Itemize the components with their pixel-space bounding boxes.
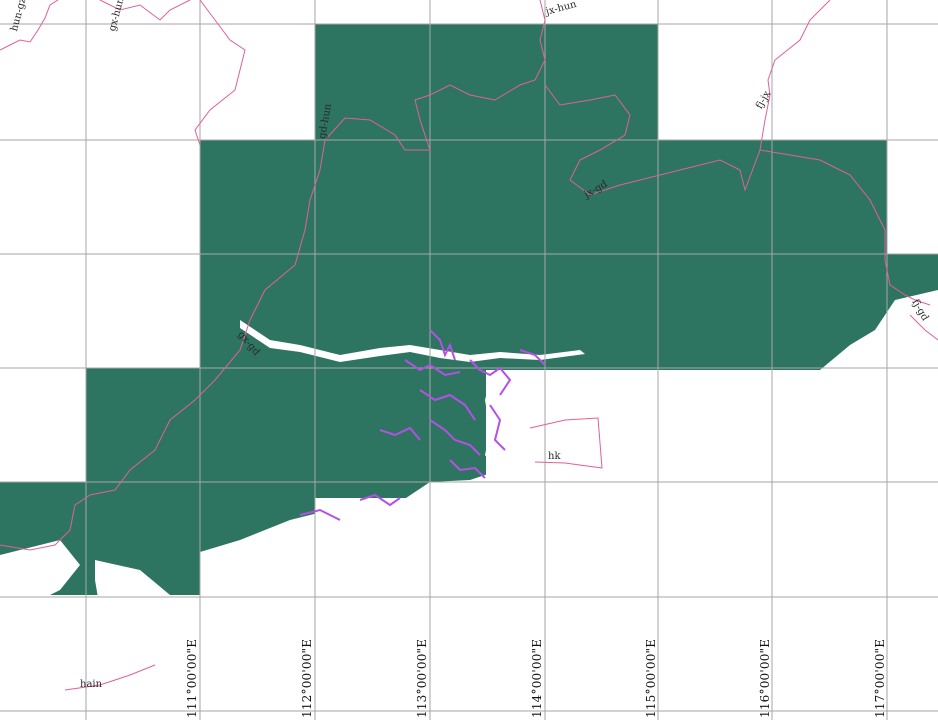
border-line — [194, 0, 246, 146]
map-svg — [0, 0, 938, 720]
longitude-label-112: 112°00'00"E — [300, 638, 314, 718]
border-label-hk: hk — [548, 451, 561, 462]
border-line — [0, 0, 59, 51]
land-tile — [86, 368, 486, 498]
map-canvas[interactable]: hun-gz gx-hun jx-hun gd-hun fj-jx jx-gd … — [0, 0, 938, 720]
longitude-label-115: 115°00'00"E — [644, 638, 658, 718]
longitude-label-111: 111°00'00"E — [185, 638, 199, 718]
longitude-label-114: 114°00'00"E — [530, 638, 544, 718]
longitude-label-117: 117°00'00"E — [873, 638, 887, 718]
land-tile — [200, 140, 887, 370]
border-label-hain: hain — [80, 679, 103, 690]
land-tile — [315, 24, 658, 144]
longitude-label-113: 113°00'00"E — [415, 638, 429, 718]
longitude-label-116: 116°00'00"E — [758, 638, 772, 718]
